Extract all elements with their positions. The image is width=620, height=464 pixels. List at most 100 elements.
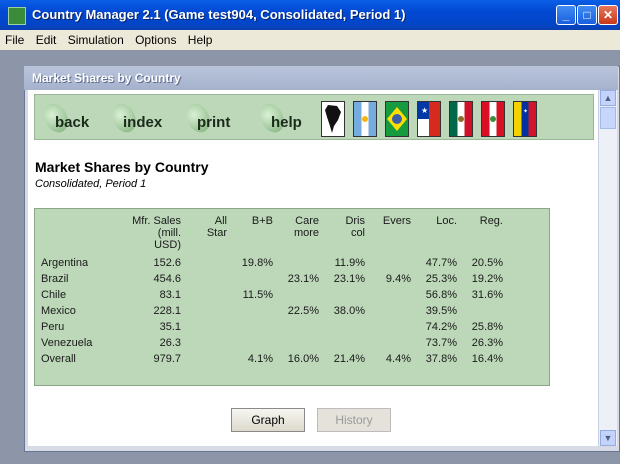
value-cell (187, 333, 233, 349)
report-content: back index print help ★ ✦ Market Shares … (28, 90, 598, 446)
column-header-all-star: All Star (187, 213, 233, 253)
value-cell: 9.4% (385, 273, 411, 285)
menu-options[interactable]: Options (131, 30, 180, 47)
column-header-mfr-sales: Mfr. Sales (mill. USD) (123, 213, 187, 253)
table-row: Chile 83.1 11.5% 56.8% 31.6% (39, 285, 509, 301)
index-button[interactable]: index (107, 99, 179, 137)
value-cell: 19.8% (241, 257, 273, 269)
peru-flag-icon[interactable] (481, 101, 505, 137)
value-cell: 979.7 (153, 353, 181, 365)
child-window-title: Market Shares by Country (32, 71, 181, 85)
market-share-table: Mfr. Sales (mill. USD) All Star B+B Care… (39, 213, 509, 365)
value-cell: 21.4% (333, 353, 365, 365)
value-cell (279, 253, 325, 269)
table-row: Overall 979.7 4.1% 16.0% 21.4% 4.4% 37.8% 16.4% (39, 349, 509, 365)
header-line: more (293, 227, 319, 239)
value-cell (233, 301, 279, 317)
header-line: Care (295, 215, 319, 227)
header-line: USD) (154, 239, 181, 251)
scroll-down-button[interactable]: ▼ (600, 430, 616, 446)
value-cell (325, 285, 371, 301)
header-line: B+B (251, 215, 273, 227)
value-cell (187, 285, 233, 301)
star-icon: ★ (421, 106, 429, 115)
value-cell: 26.3% (471, 337, 503, 349)
value-cell: 73.7% (425, 337, 457, 349)
south-america-map-icon[interactable] (321, 101, 345, 137)
value-cell: 25.3% (425, 273, 457, 285)
value-cell (187, 269, 233, 285)
column-header-country (39, 213, 123, 253)
header-line: Mfr. Sales (132, 215, 181, 227)
table-body: Argentina 152.6 19.8% 11.9% 47.7% 20.5% Brazil… (39, 253, 509, 365)
value-cell (371, 301, 417, 317)
title-bar: Country Manager 2.1 (Game test904, Conso… (0, 0, 620, 30)
menu-simulation[interactable]: Simulation (64, 30, 128, 47)
app-icon (8, 7, 26, 25)
country-cell: Peru (41, 321, 65, 333)
value-cell: 22.5% (287, 305, 319, 317)
value-cell (187, 349, 233, 365)
column-header-driscol: Dris col (325, 213, 371, 253)
value-cell (233, 333, 279, 349)
value-cell: 26.3 (159, 337, 181, 349)
value-cell (463, 301, 509, 317)
country-cell: Brazil (41, 273, 69, 285)
value-cell (371, 317, 417, 333)
country-cell: Overall (41, 353, 76, 365)
table-row: Argentina 152.6 19.8% 11.9% 47.7% 20.5% (39, 253, 509, 269)
country-cell: Argentina (41, 257, 89, 269)
value-cell (187, 253, 233, 269)
help-button[interactable]: help (255, 99, 317, 137)
table-row: Mexico 228.1 22.5% 38.0% 39.5% (39, 301, 509, 317)
menu-edit[interactable]: Edit (32, 30, 61, 47)
graph-button[interactable]: Graph (231, 408, 305, 432)
value-cell: 4.1% (247, 353, 273, 365)
value-cell: 74.2% (425, 321, 457, 333)
back-button[interactable]: back (39, 99, 105, 137)
value-cell (279, 285, 325, 301)
back-label: back (55, 114, 90, 131)
scroll-thumb[interactable] (600, 107, 616, 129)
menu-help[interactable]: Help (184, 30, 217, 47)
print-button[interactable]: print (181, 99, 249, 137)
table-row: Brazil 454.6 23.1% 23.1% 9.4% 25.3% 19.2% (39, 269, 509, 285)
value-cell: 25.8% (471, 321, 503, 333)
maximize-button[interactable]: □ (577, 5, 597, 25)
value-cell: 83.1 (159, 289, 181, 301)
header-line: Evers (382, 215, 411, 227)
value-cell (187, 317, 233, 333)
scroll-up-button[interactable]: ▲ (600, 90, 616, 106)
country-cell: Venezuela (41, 337, 93, 349)
brazil-flag-icon[interactable] (385, 101, 409, 137)
value-cell: 152.6 (153, 257, 181, 269)
column-header-care-more: Care more (279, 213, 325, 253)
value-cell: 31.6% (471, 289, 503, 301)
market-share-table-panel: Mfr. Sales (mill. USD) All Star B+B Care… (34, 208, 550, 386)
venezuela-flag-icon[interactable]: ✦ (513, 101, 537, 137)
value-cell (371, 333, 417, 349)
value-cell: 11.5% (242, 289, 273, 301)
value-cell: 37.8% (425, 353, 457, 365)
mexico-flag-icon[interactable] (449, 101, 473, 137)
minimize-button[interactable]: _ (556, 5, 576, 25)
chile-flag-icon[interactable]: ★ (417, 101, 441, 137)
value-cell (371, 285, 417, 301)
value-cell: 228.1 (153, 305, 181, 317)
value-cell (371, 253, 417, 269)
value-cell (233, 317, 279, 333)
value-cell: 16.4% (471, 353, 503, 365)
value-cell (233, 269, 279, 285)
close-button[interactable]: ✕ (598, 5, 618, 25)
argentina-flag-icon[interactable] (353, 101, 377, 137)
window-title: Country Manager 2.1 (Game test904, Conso… (32, 7, 406, 22)
report-title: Market Shares by Country (35, 159, 209, 175)
country-cell: Mexico (41, 305, 76, 317)
header-line: Reg. (479, 215, 503, 227)
sun-icon (362, 116, 368, 122)
vertical-scrollbar[interactable]: ▲ ▼ (598, 90, 617, 446)
value-cell: 4.4% (385, 353, 411, 365)
value-cell: 56.8% (425, 289, 457, 301)
menu-file[interactable]: File (0, 30, 28, 47)
help-label: help (271, 114, 302, 131)
